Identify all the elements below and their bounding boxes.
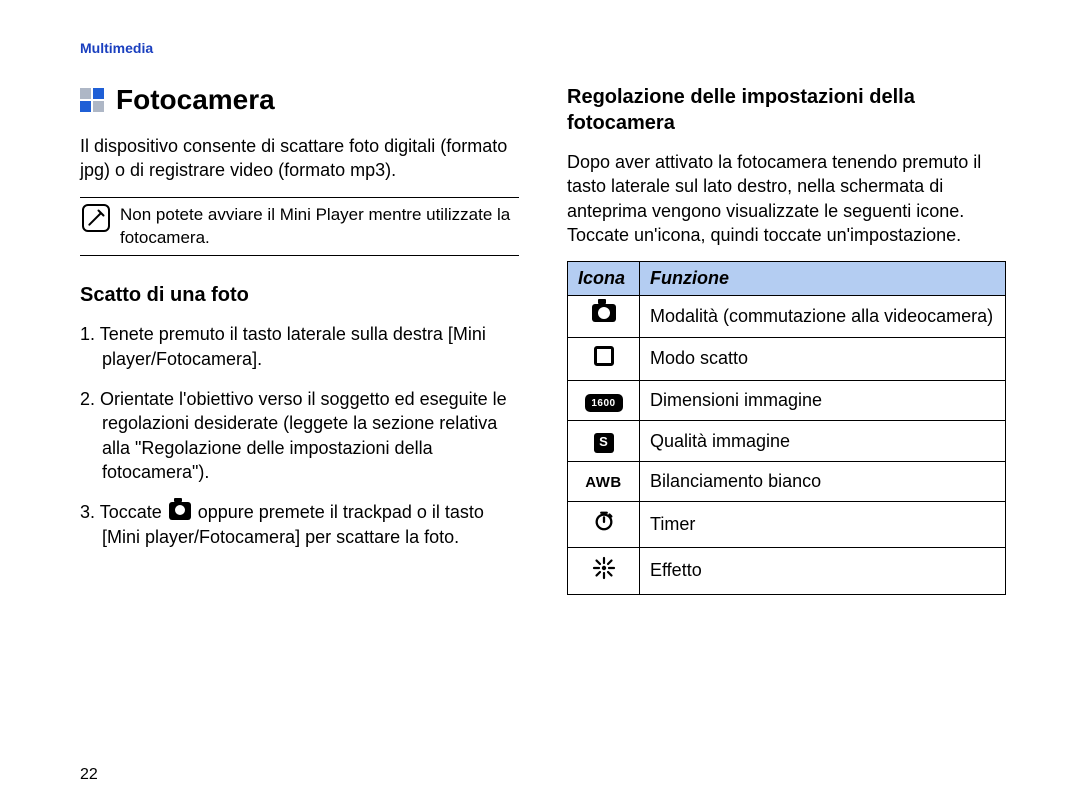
func-cell: Qualità immagine — [640, 421, 1006, 461]
col-header-funzione: Funzione — [640, 262, 1006, 296]
table-row: Modalità (commutazione alla videocamera) — [568, 296, 1006, 337]
func-cell: Effetto — [640, 547, 1006, 594]
table-row: Effetto — [568, 547, 1006, 594]
right-column: Regolazione delle impostazioni della fot… — [567, 84, 1006, 595]
icon-cell: 1600 — [568, 380, 640, 421]
step-3: 3. Toccate oppure premete il trackpad o … — [80, 500, 519, 549]
table-row: 1600 Dimensioni immagine — [568, 380, 1006, 421]
icon-cell — [568, 502, 640, 547]
func-cell: Timer — [640, 502, 1006, 547]
icon-cell — [568, 296, 640, 337]
camera-mode-icon — [592, 304, 616, 322]
icon-cell: S — [568, 421, 640, 461]
timer-icon — [593, 510, 615, 532]
icon-cell — [568, 337, 640, 380]
step-1: 1. Tenete premuto il tasto laterale sull… — [80, 322, 519, 371]
icon-cell: AWB — [568, 461, 640, 501]
icon-function-table: Icona Funzione Modalità (commutazione al… — [567, 261, 1006, 595]
grid-bullet-icon — [80, 88, 104, 112]
page-number: 22 — [80, 766, 98, 784]
quality-icon: S — [594, 433, 614, 453]
right-intro: Dopo aver attivato la fotocamera tenendo… — [567, 150, 1006, 247]
steps-list: 1. Tenete premuto il tasto laterale sull… — [80, 322, 519, 548]
left-column: Fotocamera Il dispositivo consente di sc… — [80, 84, 519, 595]
note-text: Non potete avviare il Mini Player mentre… — [120, 204, 517, 250]
table-header-row: Icona Funzione — [568, 262, 1006, 296]
step-3-prefix: 3. Toccate — [80, 502, 167, 522]
subheading-regolazione: Regolazione delle impostazioni della fot… — [567, 84, 1006, 136]
step-2: 2. Orientate l'obiettivo verso il sogget… — [80, 387, 519, 484]
func-cell: Dimensioni immagine — [640, 380, 1006, 421]
resolution-icon: 1600 — [585, 394, 623, 412]
note-box: Non potete avviare il Mini Player mentre… — [80, 197, 519, 257]
note-icon — [82, 204, 110, 232]
white-balance-icon: AWB — [585, 473, 622, 493]
table-row: AWB Bilanciamento bianco — [568, 461, 1006, 501]
table-row: S Qualità immagine — [568, 421, 1006, 461]
func-cell: Modalità (commutazione alla videocamera) — [640, 296, 1006, 337]
func-cell: Bilanciamento bianco — [640, 461, 1006, 501]
page-title: Fotocamera — [116, 84, 275, 116]
page: Multimedia Fotocamera Il dispositivo con… — [0, 0, 1080, 810]
table-row: Modo scatto — [568, 337, 1006, 380]
effect-icon — [592, 556, 616, 580]
two-column-layout: Fotocamera Il dispositivo consente di sc… — [80, 84, 1006, 595]
title-row: Fotocamera — [80, 84, 519, 116]
table-row: Timer — [568, 502, 1006, 547]
shot-mode-icon — [594, 346, 614, 366]
intro-paragraph: Il dispositivo consente di scattare foto… — [80, 134, 519, 183]
camera-icon — [169, 502, 191, 520]
section-header: Multimedia — [80, 40, 1006, 56]
col-header-icona: Icona — [568, 262, 640, 296]
icon-cell — [568, 547, 640, 594]
subheading-scatto: Scatto di una foto — [80, 282, 519, 308]
func-cell: Modo scatto — [640, 337, 1006, 380]
